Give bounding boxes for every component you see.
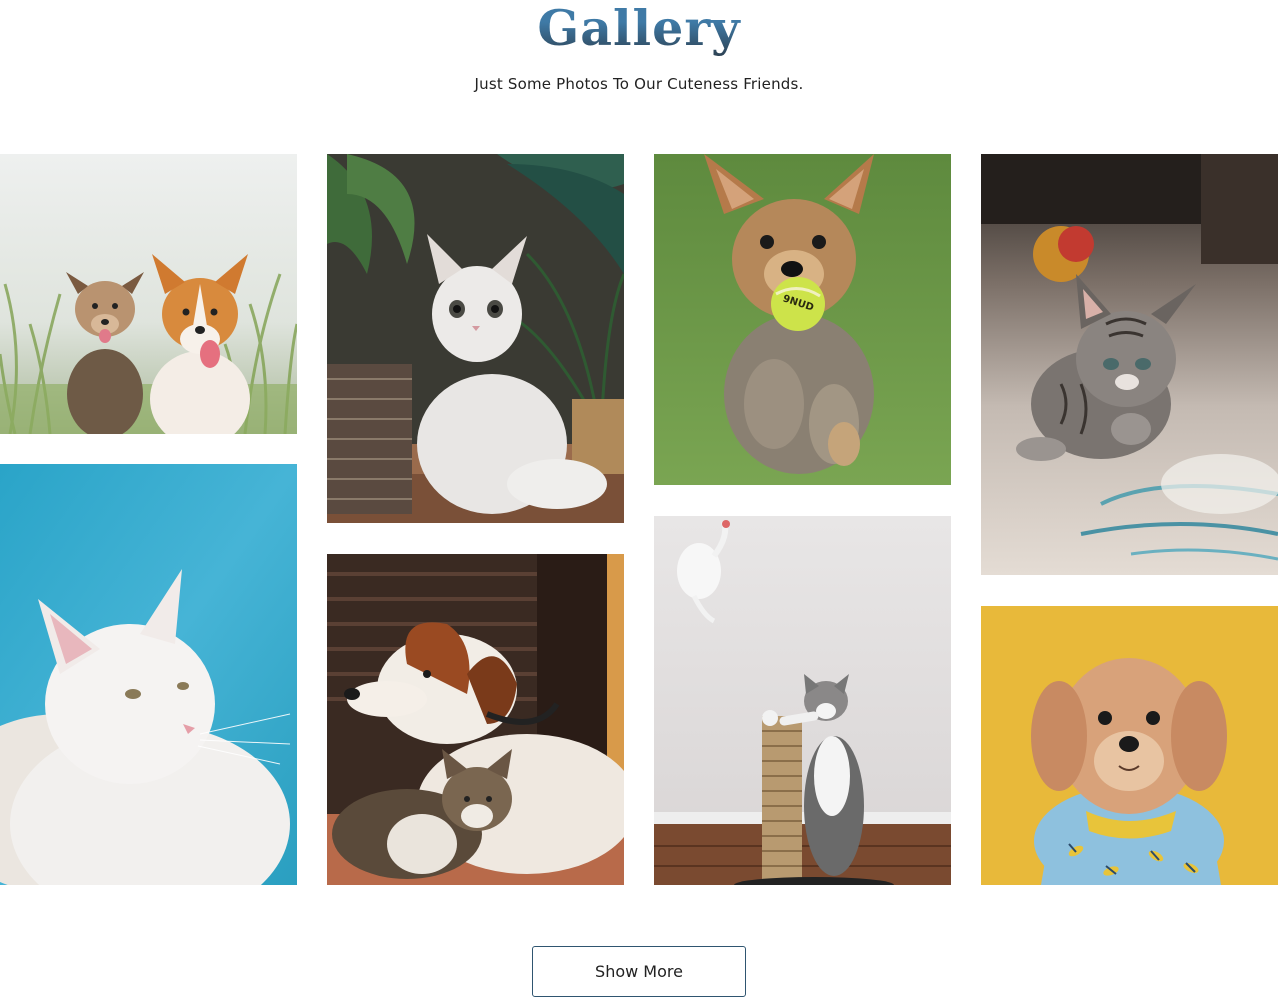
photo-tabby-kitten[interactable]	[981, 154, 1278, 575]
photo-fluffy-cat-plants[interactable]	[327, 154, 624, 523]
photo-white-cat-blue[interactable]	[0, 464, 297, 885]
photo-kitten-scratching-post[interactable]	[654, 516, 951, 885]
gallery-subtitle: Just Some Photos To Our Cuteness Friends…	[474, 75, 804, 93]
photo-dog-and-cat[interactable]	[327, 554, 624, 885]
gallery-title: Gallery	[0, 0, 1278, 58]
show-more-button[interactable]: Show More	[532, 946, 746, 997]
photo-yorkie-ball[interactable]: 9NUD	[654, 154, 951, 485]
photo-dog-yellow[interactable]	[981, 606, 1278, 885]
photo-dogs-in-grass[interactable]	[0, 154, 297, 434]
